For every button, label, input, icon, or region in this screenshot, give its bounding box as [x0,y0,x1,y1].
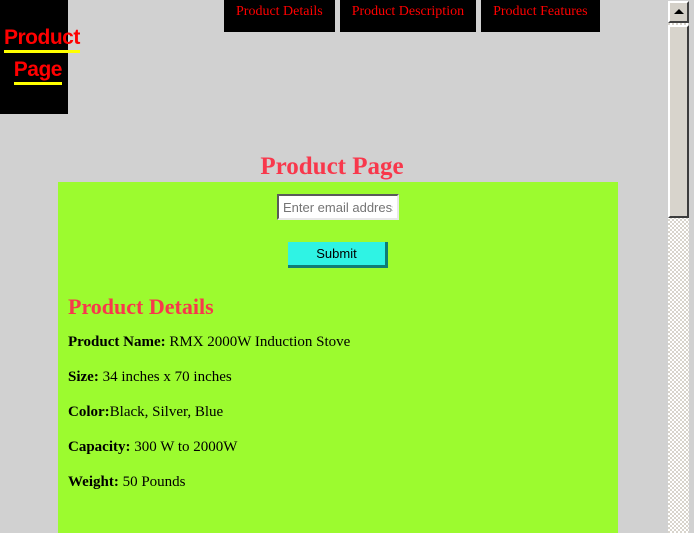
page-title: Product Page [260,152,404,180]
product-content-panel: Submit Product Details Product Name: RMX… [58,182,618,533]
nav-tab-product-details[interactable]: Product Details [224,0,335,32]
detail-row-size: Size: 34 inches x 70 inches [68,369,618,386]
site-logo[interactable]: Product Page [0,0,80,114]
detail-label-weight: Weight: [68,474,123,490]
detail-label-size: Size: [68,369,103,385]
logo-line-page: Page [4,54,64,86]
nav-tab-product-description[interactable]: Product Description [339,0,477,32]
email-input[interactable] [277,194,399,220]
page-viewport: Product Page Product Details Product Des… [0,0,664,533]
detail-value-product-name: RMX 2000W Induction Stove [169,334,351,350]
detail-row-color: Color:Black, Silver, Blue [68,404,618,421]
product-details-section: Product Details Product Name: RMX 2000W … [58,268,618,491]
vertical-scrollbar[interactable] [664,0,694,533]
detail-row-weight: Weight: 50 Pounds [68,474,618,491]
subscribe-form: Submit [58,182,618,268]
main-navigation: Product Details Product Description Prod… [224,0,600,32]
chevron-up-icon [673,9,684,14]
scroll-up-button[interactable] [668,1,689,23]
detail-value-weight: 50 Pounds [122,474,186,490]
detail-label-product-name: Product Name: [68,334,170,350]
submit-button[interactable]: Submit [288,242,388,268]
detail-value-color: Black, Silver, Blue [109,404,224,420]
detail-label-color: Color: [68,404,110,420]
detail-value-size: 34 inches x 70 inches [102,369,232,385]
detail-label-capacity: Capacity: [68,439,135,455]
detail-row-product-name: Product Name: RMX 2000W Induction Stove [68,334,618,351]
detail-value-capacity: 300 W to 2000W [134,439,238,455]
product-details-heading: Product Details [68,294,214,319]
detail-row-capacity: Capacity: 300 W to 2000W [68,439,618,456]
logo-line-product: Product [4,22,80,54]
scrollbar-thumb[interactable] [668,25,689,218]
nav-tab-product-features[interactable]: Product Features [481,0,600,32]
